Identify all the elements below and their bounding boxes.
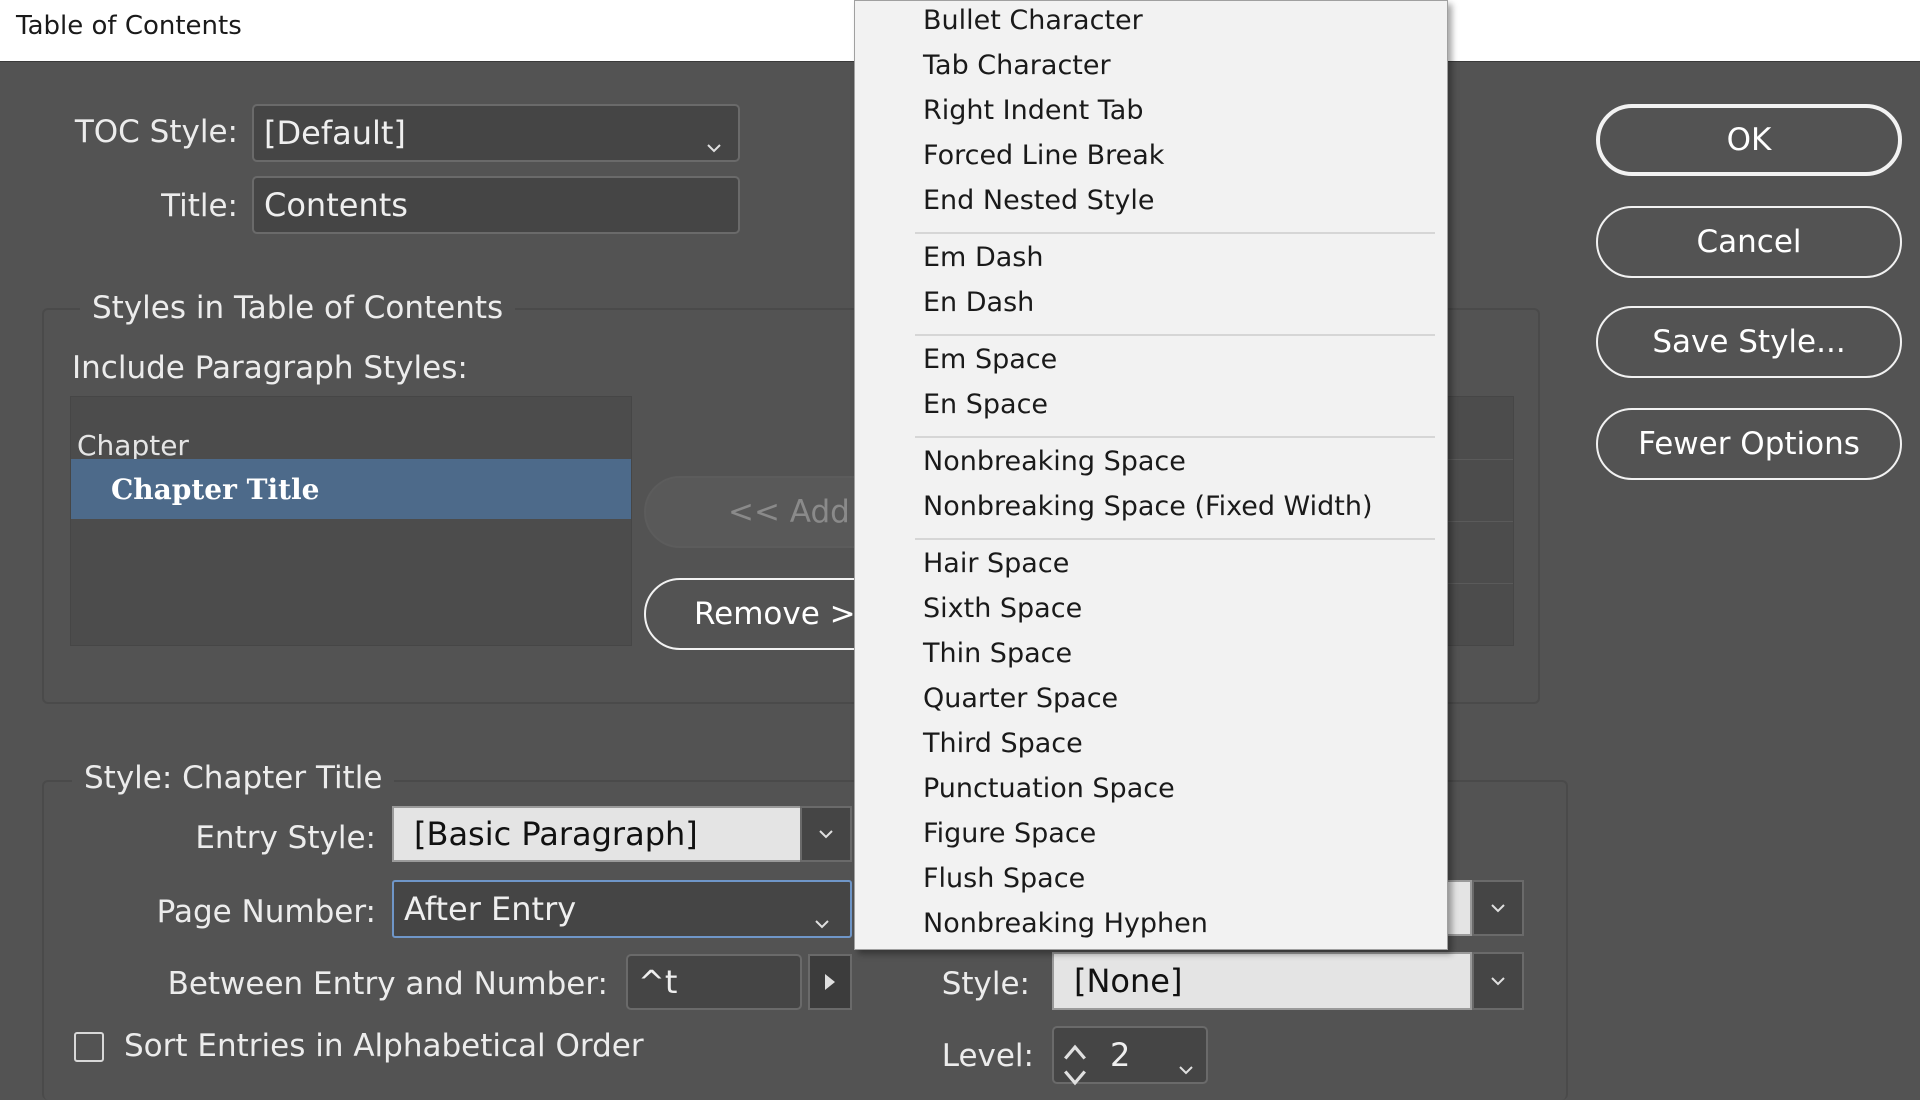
triangle-right-icon — [823, 972, 837, 992]
toc-style-value: [Default] — [264, 114, 406, 152]
title-input[interactable]: Contents — [252, 176, 740, 234]
title-label: Title: — [161, 188, 238, 224]
list-item-chapter[interactable]: Chapter — [71, 411, 637, 462]
styles-group-title: Styles in Table of Contents — [80, 290, 516, 326]
between-style-dropdown[interactable]: [None] — [1052, 952, 1472, 1010]
entry-style-dropdown[interactable]: [Basic Paragraph] — [392, 806, 802, 862]
page-number-label: Page Number: — [156, 894, 376, 930]
between-style-label: Style: — [941, 966, 1030, 1002]
toc-style-label: TOC Style: — [74, 114, 238, 150]
menu-item[interactable]: Nonbreaking Hyphen — [923, 908, 1208, 939]
between-label: Between Entry and Number: — [167, 966, 608, 1002]
chevron-down-icon — [814, 902, 830, 929]
title-input-value: Contents — [264, 186, 408, 224]
remove-button-label: Remove > — [694, 596, 856, 632]
chevron-down-icon[interactable] — [1062, 1058, 1088, 1086]
special-characters-menu: Bullet Character Tab Character Right Inden… — [854, 0, 1448, 950]
menu-item[interactable]: Forced Line Break — [923, 140, 1164, 171]
sort-checkbox[interactable] — [74, 1032, 104, 1062]
list-item-chapter-title[interactable]: Chapter Title — [71, 459, 631, 519]
entry-style-value: [Basic Paragraph] — [414, 815, 698, 853]
between-style-value: [None] — [1074, 962, 1183, 1000]
style-group-title: Style: Chapter Title — [72, 760, 395, 796]
level-value: 2 — [1110, 1036, 1131, 1074]
chevron-down-icon — [1490, 900, 1506, 916]
special-characters-button[interactable] — [808, 954, 852, 1010]
page-number-style-dropdown-button[interactable] — [1472, 880, 1524, 936]
between-input-value: ^t — [638, 963, 678, 1001]
include-styles-label: Include Paragraph Styles: — [72, 350, 468, 386]
menu-item[interactable]: Punctuation Space — [923, 773, 1175, 804]
menu-item[interactable]: En Dash — [923, 287, 1034, 318]
toc-style-dropdown[interactable]: [Default] — [252, 104, 740, 162]
chevron-down-icon — [706, 126, 722, 153]
menu-item[interactable]: Quarter Space — [923, 683, 1118, 714]
entry-style-dropdown-button[interactable] — [800, 806, 852, 862]
menu-item[interactable]: En Space — [923, 389, 1048, 420]
level-stepper[interactable]: 2 — [1052, 1026, 1208, 1086]
list-item-label: Chapter — [77, 429, 189, 462]
cancel-button-label: Cancel — [1696, 224, 1802, 260]
save-style-button-label: Save Style... — [1652, 324, 1846, 360]
save-style-button[interactable]: Save Style... — [1596, 306, 1902, 378]
menu-item[interactable]: Right Indent Tab — [923, 95, 1144, 126]
include-styles-list: Chapter Chapter Title — [70, 396, 632, 646]
page-number-dropdown[interactable]: After Entry — [392, 880, 852, 938]
menu-separator — [915, 538, 1435, 540]
ok-button-label: OK — [1726, 122, 1772, 158]
add-button-label: << Add — [728, 494, 850, 530]
between-input[interactable]: ^t — [626, 954, 802, 1010]
sort-label: Sort Entries in Alphabetical Order — [124, 1028, 644, 1064]
menu-item[interactable]: Thin Space — [923, 638, 1072, 669]
menu-item[interactable]: Tab Character — [923, 50, 1111, 81]
fewer-options-button[interactable]: Fewer Options — [1596, 408, 1902, 480]
menu-separator — [915, 232, 1435, 234]
ok-button[interactable]: OK — [1596, 104, 1902, 176]
menu-item[interactable]: End Nested Style — [923, 185, 1155, 216]
chevron-down-icon[interactable] — [1178, 1048, 1194, 1075]
menu-item[interactable]: Figure Space — [923, 818, 1096, 849]
chevron-up-icon[interactable] — [1062, 1032, 1088, 1060]
menu-item[interactable]: Em Space — [923, 344, 1057, 375]
menu-item[interactable]: Nonbreaking Space — [923, 446, 1186, 477]
menu-item[interactable]: Third Space — [923, 728, 1083, 759]
page-number-value: After Entry — [404, 890, 577, 928]
other-styles-list — [1440, 396, 1514, 646]
menu-separator — [915, 436, 1435, 438]
cancel-button[interactable]: Cancel — [1596, 206, 1902, 278]
menu-separator — [915, 334, 1435, 336]
fewer-options-button-label: Fewer Options — [1638, 426, 1860, 462]
chevron-down-icon — [818, 826, 834, 842]
list-item-label: Chapter Title — [111, 473, 320, 506]
chevron-down-icon — [1490, 973, 1506, 989]
between-style-dropdown-button[interactable] — [1472, 952, 1524, 1010]
menu-item[interactable]: Em Dash — [923, 242, 1043, 273]
menu-item[interactable]: Flush Space — [923, 863, 1085, 894]
menu-item[interactable]: Bullet Character — [923, 5, 1143, 36]
level-label: Level: — [941, 1038, 1034, 1074]
menu-item[interactable]: Sixth Space — [923, 593, 1082, 624]
menu-item[interactable]: Nonbreaking Space (Fixed Width) — [923, 491, 1373, 522]
entry-style-label: Entry Style: — [195, 820, 376, 856]
window-title: Table of Contents — [16, 11, 242, 41]
menu-item[interactable]: Hair Space — [923, 548, 1069, 579]
